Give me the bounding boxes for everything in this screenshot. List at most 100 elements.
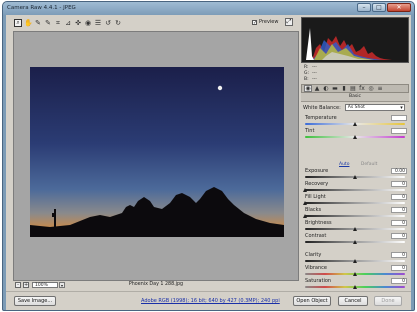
fullscreen-icon[interactable]: ⤢ (285, 18, 293, 26)
white-balance-row: White Balance: As Shot (303, 104, 405, 111)
window-title: Camera Raw 4.4.1 - JPEG (7, 5, 76, 11)
close-button[interactable]: ✕ (387, 3, 411, 12)
tab-basic[interactable]: ◉ (304, 85, 312, 92)
recovery-value-field[interactable]: 0 (391, 181, 407, 187)
zoom-icon[interactable]: ⌕ (14, 18, 22, 27)
contrast-label: Contrast (305, 233, 327, 239)
brightness-label: Brightness (305, 220, 332, 226)
saturation-slider-thumb[interactable] (352, 285, 357, 289)
contrast-slider-thumb[interactable] (352, 240, 357, 244)
rgb-readout: R: --- G: --- B: --- (304, 65, 320, 83)
section-title: Basic (301, 93, 409, 102)
straighten-icon[interactable]: ⊿ (64, 19, 72, 27)
vibrance-control: Vibrance 0 (303, 265, 407, 279)
exposure-value-field[interactable]: 0.00 (391, 168, 407, 174)
b-label: B: (304, 77, 309, 82)
done-button[interactable]: Done (374, 296, 402, 306)
tab-split-toning[interactable]: ▮ (340, 85, 348, 92)
maximize-button[interactable]: □ (372, 3, 386, 12)
blacks-value-field[interactable]: 0 (391, 207, 407, 213)
temperature-slider-thumb[interactable] (352, 122, 357, 126)
tab-effects[interactable]: fx (358, 85, 366, 92)
vibrance-value-field[interactable]: 0 (391, 265, 407, 271)
blacks-label: Blacks (305, 207, 322, 213)
panel-tabs: ◉ ▲ ◐ ▬ ▮ ▤ fx ◎ ≡ (301, 84, 409, 93)
footer-bar: Save Image... Adobe RGB (1998); 16 bit; … (6, 291, 411, 310)
hand-icon[interactable]: ✋ (24, 19, 33, 27)
eyedropper-icon[interactable]: ✎ (34, 19, 42, 27)
recovery-slider-thumb[interactable] (302, 188, 307, 192)
clarity-slider-thumb[interactable] (352, 259, 357, 263)
prefs-icon[interactable]: ☰ (94, 19, 102, 27)
tint-label: Tint (305, 128, 315, 134)
title-bar[interactable]: Camera Raw 4.4.1 - JPEG – □ ✕ (3, 2, 414, 15)
rotate-right-icon[interactable]: ↻ (114, 19, 122, 27)
cancel-button[interactable]: Cancel (338, 296, 368, 306)
histogram-graph (306, 28, 392, 60)
b-value: --- (312, 77, 317, 82)
fill-light-control: Fill Light 0 (302, 194, 407, 208)
tint-slider-thumb[interactable] (352, 135, 357, 139)
blacks-slider-thumb[interactable] (302, 214, 307, 218)
histogram (301, 17, 409, 63)
adjustment-panel: R: --- G: --- B: --- ◉ ▲ ◐ ▬ ▮ ▤ fx ◎ ≡ Bas… (299, 15, 411, 291)
tab-camera-calibration[interactable]: ◎ (367, 85, 375, 92)
crop-icon[interactable]: ⌗ (54, 19, 62, 27)
preview-toggle[interactable]: ✓ Preview (252, 19, 278, 25)
temperature-label: Temperature (305, 115, 337, 121)
clarity-control: Clarity 0 (303, 252, 407, 266)
tab-presets[interactable]: ≡ (376, 85, 384, 92)
temperature-control: Temperature (303, 115, 407, 129)
dialog-body: ⌕ ✋ ✎ ✎ ⌗ ⊿ ✜ ◉ ☰ ↺ ↻ ✓ Preview ⤢ - + 10… (6, 15, 411, 310)
clarity-value-field[interactable]: 0 (391, 252, 407, 258)
clarity-label: Clarity (305, 252, 322, 258)
open-object-button[interactable]: Open Object (293, 296, 331, 306)
color-sampler-icon[interactable]: ✎ (44, 19, 52, 27)
camera-raw-window: Camera Raw 4.4.1 - JPEG – □ ✕ ⌕ ✋ ✎ ✎ ⌗ … (2, 1, 415, 311)
default-link[interactable]: Default (361, 162, 377, 167)
fill-light-slider-track[interactable] (305, 202, 405, 204)
rotate-left-icon[interactable]: ↺ (104, 19, 112, 27)
retouch-icon[interactable]: ✜ (74, 19, 82, 27)
blacks-control: Blacks 0 (302, 207, 407, 221)
tint-value-field[interactable] (391, 128, 407, 134)
vibrance-slider-thumb[interactable] (352, 272, 357, 276)
preview-label: Preview (259, 19, 279, 25)
fill-light-value-field[interactable]: 0 (391, 194, 407, 200)
tab-hsl[interactable]: ▬ (331, 85, 339, 92)
preview-checkbox[interactable]: ✓ (252, 19, 257, 25)
image-canvas[interactable] (13, 31, 299, 281)
auto-link[interactable]: Auto (339, 162, 349, 167)
white-balance-label: White Balance: (303, 104, 341, 111)
photo-preview (30, 67, 284, 237)
recovery-control: Recovery 0 (302, 181, 407, 195)
contrast-control: Contrast 0 (303, 233, 407, 247)
tab-detail[interactable]: ◐ (322, 85, 330, 92)
blacks-slider-track[interactable] (305, 215, 405, 217)
recovery-label: Recovery (305, 181, 329, 187)
vibrance-label: Vibrance (305, 265, 327, 271)
brightness-control: Brightness 0 (303, 220, 407, 234)
tint-control: Tint (303, 128, 407, 142)
tab-tone-curve[interactable]: ▲ (313, 85, 321, 92)
brightness-value-field[interactable]: 0 (391, 220, 407, 226)
contrast-value-field[interactable]: 0 (391, 233, 407, 239)
auto-default-links: Auto Default (339, 162, 387, 167)
saturation-value-field[interactable]: 0 (391, 278, 407, 284)
save-image-button[interactable]: Save Image... (14, 296, 56, 306)
filename-label: Phoenix Day 1 288.jpg (128, 282, 184, 287)
tab-lens[interactable]: ▤ (349, 85, 357, 92)
workflow-options-link[interactable]: Adobe RGB (1998); 16 bit; 640 by 427 (0.… (141, 298, 280, 304)
fill-light-label: Fill Light (305, 194, 326, 200)
moon (217, 85, 223, 91)
minimize-button[interactable]: – (357, 3, 371, 12)
exposure-label: Exposure (305, 168, 329, 174)
brightness-slider-thumb[interactable] (352, 227, 357, 231)
white-balance-select[interactable]: As Shot (344, 104, 405, 111)
redeye-icon[interactable]: ◉ (84, 19, 92, 27)
recovery-slider-track[interactable] (305, 189, 405, 191)
exposure-control: Exposure 0.00 (303, 168, 407, 182)
fill-light-slider-thumb[interactable] (302, 201, 307, 205)
temperature-value-field[interactable] (391, 115, 407, 121)
exposure-slider-thumb[interactable] (352, 175, 357, 179)
